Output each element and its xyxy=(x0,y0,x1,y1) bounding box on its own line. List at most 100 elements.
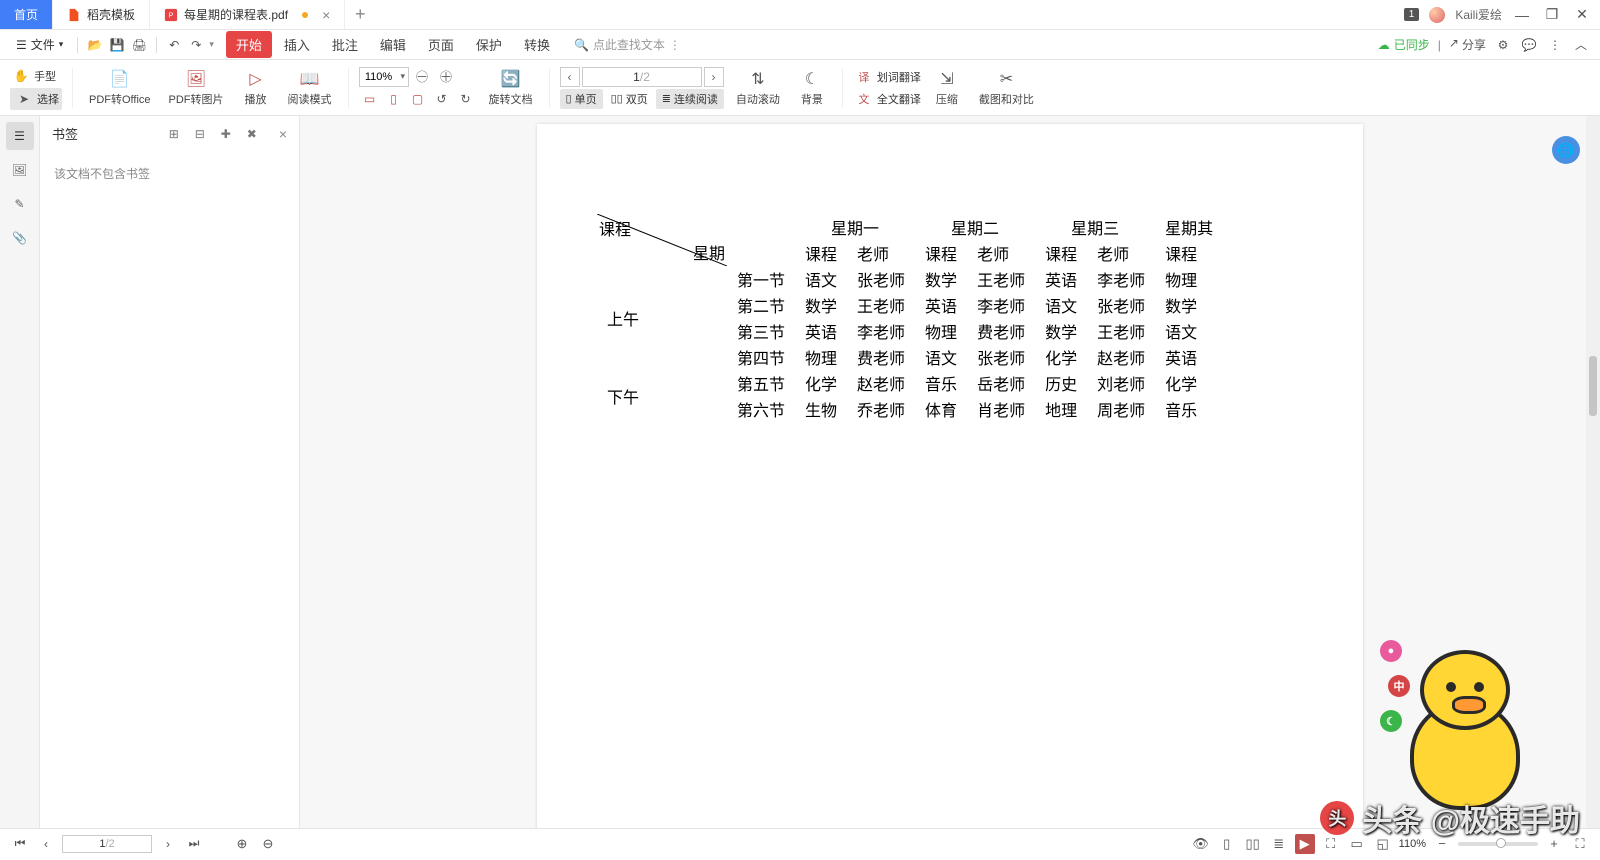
add-bookmark-icon[interactable]: ✚ xyxy=(217,125,235,143)
rotate-doc-button[interactable]: 🔄旋转文档 xyxy=(483,67,539,109)
compress-button[interactable]: ⇲压缩 xyxy=(927,67,967,109)
eye-icon[interactable]: 👁 xyxy=(1191,834,1211,854)
sync-status[interactable]: ☁ 已同步 xyxy=(1378,36,1430,53)
feedback-icon[interactable]: 💬 xyxy=(1520,36,1538,54)
expand-icon[interactable]: ⊞ xyxy=(165,125,183,143)
menu-tab-0[interactable]: 开始 xyxy=(226,31,272,58)
fullscreen-icon[interactable]: ⛶ xyxy=(1570,834,1590,854)
hand-icon: ✋ xyxy=(10,66,32,86)
prev-page-button[interactable]: ‹ xyxy=(36,837,56,851)
fit-icon[interactable]: ⛶ xyxy=(1321,834,1341,854)
continuous-button[interactable]: ≣连续阅读 xyxy=(656,89,724,109)
fit-width-icon[interactable]: ▭ xyxy=(359,89,381,109)
rotate-left-icon[interactable]: ↺ xyxy=(431,89,453,109)
zoom-value: 110% xyxy=(1399,838,1426,850)
new-tab-button[interactable]: + xyxy=(345,0,375,29)
full-translate-button[interactable]: 文全文翻译 xyxy=(853,89,921,109)
first-page-button[interactable]: ⏮ xyxy=(10,836,30,851)
tab-active-doc[interactable]: P 每星期的课程表.pdf × xyxy=(150,0,345,29)
word-translate-button[interactable]: 译划词翻译 xyxy=(853,67,921,87)
actual-size-icon[interactable]: ▢ xyxy=(407,89,429,109)
hand-tool-button[interactable]: ✋手型 xyxy=(10,66,62,86)
print-icon[interactable]: 🖨 xyxy=(130,36,148,54)
view2-icon[interactable]: ▯▯ xyxy=(1243,834,1263,854)
single-label: 单页 xyxy=(575,91,597,107)
zoom-input[interactable]: ▾ xyxy=(359,67,410,87)
document-view[interactable]: 课程星期星期一星期二星期三星期其课程老师课程老师课程老师课程上午第一节语文张老师… xyxy=(300,116,1600,828)
open-icon[interactable]: 📂 xyxy=(86,36,104,54)
prev-page-button[interactable]: ‹ xyxy=(560,67,580,87)
redo-icon[interactable]: ↷ xyxy=(187,36,205,54)
menu-tab-5[interactable]: 保护 xyxy=(466,31,512,58)
fit2-icon[interactable]: ▭ xyxy=(1347,834,1367,854)
view3-icon[interactable]: ≣ xyxy=(1269,834,1289,854)
bookmark-icon[interactable]: ☰ xyxy=(6,122,34,150)
remove-page-icon[interactable]: ⊖ xyxy=(258,834,278,854)
fit3-icon[interactable]: ◱ xyxy=(1373,834,1393,854)
annot-icon[interactable]: ✎ xyxy=(6,190,34,218)
compress-label: 压缩 xyxy=(936,91,958,107)
zoom-slider[interactable] xyxy=(1458,842,1538,846)
zoom-in-button[interactable]: + xyxy=(1544,834,1564,854)
menu-tab-1[interactable]: 插入 xyxy=(274,31,320,58)
next-page-button[interactable]: › xyxy=(158,837,178,851)
fit-page-icon[interactable]: ▯ xyxy=(383,89,405,109)
window-restore-button[interactable]: ❐ xyxy=(1542,5,1562,25)
save-icon[interactable]: 💾 xyxy=(108,36,126,54)
zoom-in-icon[interactable]: ＋⃝ xyxy=(435,67,457,87)
undo-icon[interactable]: ↶ xyxy=(165,36,183,54)
single-icon: ▯ xyxy=(566,92,572,105)
collapse-icon[interactable]: ⊟ xyxy=(191,125,209,143)
chevron-down-icon[interactable]: ▾ xyxy=(209,39,214,50)
page-input[interactable]: 1/2 xyxy=(582,67,702,87)
tab-template[interactable]: 稻壳模板 xyxy=(53,0,150,29)
pdf-to-image-button[interactable]: 🖼PDF转图片 xyxy=(163,67,230,109)
thumbnail-icon[interactable]: 🖼 xyxy=(6,156,34,184)
window-minimize-button[interactable]: — xyxy=(1512,5,1532,25)
view1-icon[interactable]: ▯ xyxy=(1217,834,1237,854)
single-page-button[interactable]: ▯单页 xyxy=(560,89,603,109)
convert-icon: 📄 xyxy=(110,69,130,89)
search-field[interactable]: 🔍 点此查找文本 ⋮ xyxy=(574,36,681,53)
autoscroll-button[interactable]: ⇅自动滚动 xyxy=(730,67,786,109)
crop-compare-button[interactable]: ✂截图和对比 xyxy=(973,67,1040,109)
docer-icon xyxy=(67,8,81,22)
tab-close-button[interactable]: × xyxy=(322,7,330,23)
next-page-button[interactable]: › xyxy=(704,67,724,87)
select-tool-button[interactable]: ➤选择 xyxy=(10,88,62,110)
menu-tab-4[interactable]: 页面 xyxy=(418,31,464,58)
tab-home[interactable]: 首页 xyxy=(0,0,53,29)
window-close-button[interactable]: ✕ xyxy=(1572,5,1592,25)
menu-tab-3[interactable]: 编辑 xyxy=(370,31,416,58)
close-panel-button[interactable]: × xyxy=(279,126,287,142)
read-mode-button[interactable]: 📖阅读模式 xyxy=(282,67,338,109)
share-button[interactable]: ↗ 分享 xyxy=(1449,36,1486,53)
translate-float-button[interactable]: 🌐 xyxy=(1552,136,1580,164)
moon-icon: ☾ xyxy=(802,69,822,89)
page-indicator[interactable]: 1/2 xyxy=(62,835,152,853)
slider-handle[interactable] xyxy=(1496,838,1506,848)
chevron-down-icon[interactable]: ▾ xyxy=(398,71,409,82)
zoom-out-icon[interactable]: －⃝ xyxy=(411,67,433,87)
rotate-right-icon[interactable]: ↻ xyxy=(455,89,477,109)
scroll-thumb[interactable] xyxy=(1589,356,1597,416)
last-page-button[interactable]: ⏭ xyxy=(184,836,204,851)
remove-bookmark-icon[interactable]: ✖ xyxy=(243,125,261,143)
double-page-button[interactable]: ▯▯双页 xyxy=(605,89,654,109)
menu-tab-6[interactable]: 转换 xyxy=(514,31,560,58)
present-icon[interactable]: ▶ xyxy=(1295,834,1315,854)
app-menu-button[interactable]: ☰ 文件 ▾ xyxy=(10,33,69,56)
notification-badge[interactable]: 1 xyxy=(1404,8,1420,21)
add-page-icon[interactable]: ⊕ xyxy=(232,834,252,854)
more-icon[interactable]: ⋮ xyxy=(1546,36,1564,54)
scrollbar-vertical[interactable] xyxy=(1586,116,1600,828)
zoom-out-button[interactable]: − xyxy=(1432,834,1452,854)
avatar[interactable] xyxy=(1429,7,1445,23)
menu-tab-2[interactable]: 批注 xyxy=(322,31,368,58)
pdf-to-office-button[interactable]: 📄PDF转Office xyxy=(83,67,157,109)
collapse-ribbon-icon[interactable]: ︿ xyxy=(1572,36,1590,54)
gear-icon[interactable]: ⚙ xyxy=(1494,36,1512,54)
attach-icon[interactable]: 📎 xyxy=(6,224,34,252)
background-button[interactable]: ☾背景 xyxy=(792,67,832,109)
play-button[interactable]: ▷播放 xyxy=(236,67,276,109)
